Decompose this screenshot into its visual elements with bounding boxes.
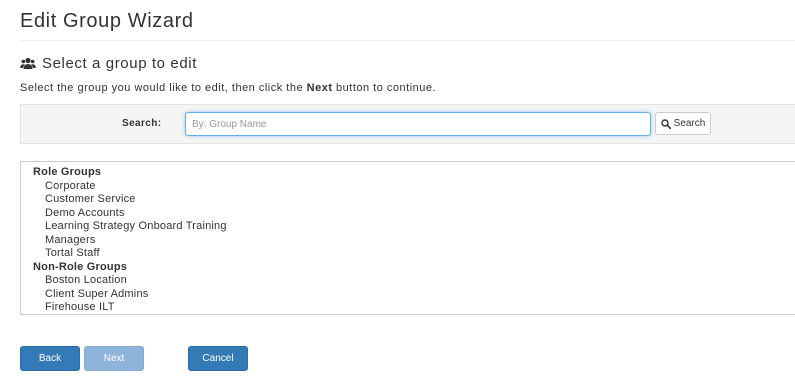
instructions-after: button to continue. bbox=[332, 82, 437, 94]
list-item[interactable]: Firehouse ILT bbox=[33, 301, 795, 314]
next-button[interactable]: Next bbox=[84, 346, 144, 371]
instructions-next-emphasis: Next bbox=[306, 82, 333, 94]
cancel-button[interactable]: Cancel bbox=[188, 346, 248, 371]
title-divider bbox=[20, 40, 795, 41]
list-item[interactable]: Boston Location bbox=[33, 274, 795, 288]
search-input[interactable] bbox=[185, 112, 651, 136]
search-button-label: Search bbox=[673, 118, 706, 129]
search-button[interactable]: Search bbox=[655, 112, 711, 135]
search-label: Search: bbox=[122, 118, 162, 129]
users-icon bbox=[20, 56, 36, 72]
list-item[interactable]: Tortal Staff bbox=[33, 247, 795, 261]
search-panel: Search: Search bbox=[20, 104, 795, 144]
back-button[interactable]: Back bbox=[20, 346, 80, 371]
group-category-role: Role Groups bbox=[33, 166, 102, 178]
list-item[interactable]: Demo Accounts bbox=[33, 207, 795, 221]
list-item[interactable]: Managers bbox=[33, 234, 795, 248]
section-title: Select a group to edit bbox=[42, 55, 197, 72]
list-item[interactable]: Client Super Admins bbox=[33, 288, 795, 302]
list-item[interactable]: Learning Strategy Onboard Training bbox=[33, 220, 795, 234]
list-item[interactable]: Corporate bbox=[33, 180, 795, 194]
group-category-nonrole: Non-Role Groups bbox=[33, 260, 128, 273]
instructions-text: Select the group you would like to edit,… bbox=[20, 82, 436, 94]
section-header: Select a group to edit bbox=[20, 55, 197, 72]
group-listbox[interactable]: Role Groups Corporate Customer Service D… bbox=[20, 161, 795, 315]
search-icon bbox=[660, 118, 671, 129]
list-item[interactable]: Customer Service bbox=[33, 193, 795, 207]
page-title: Edit Group Wizard bbox=[20, 10, 194, 32]
instructions-before: Select the group you would like to edit,… bbox=[20, 82, 307, 94]
